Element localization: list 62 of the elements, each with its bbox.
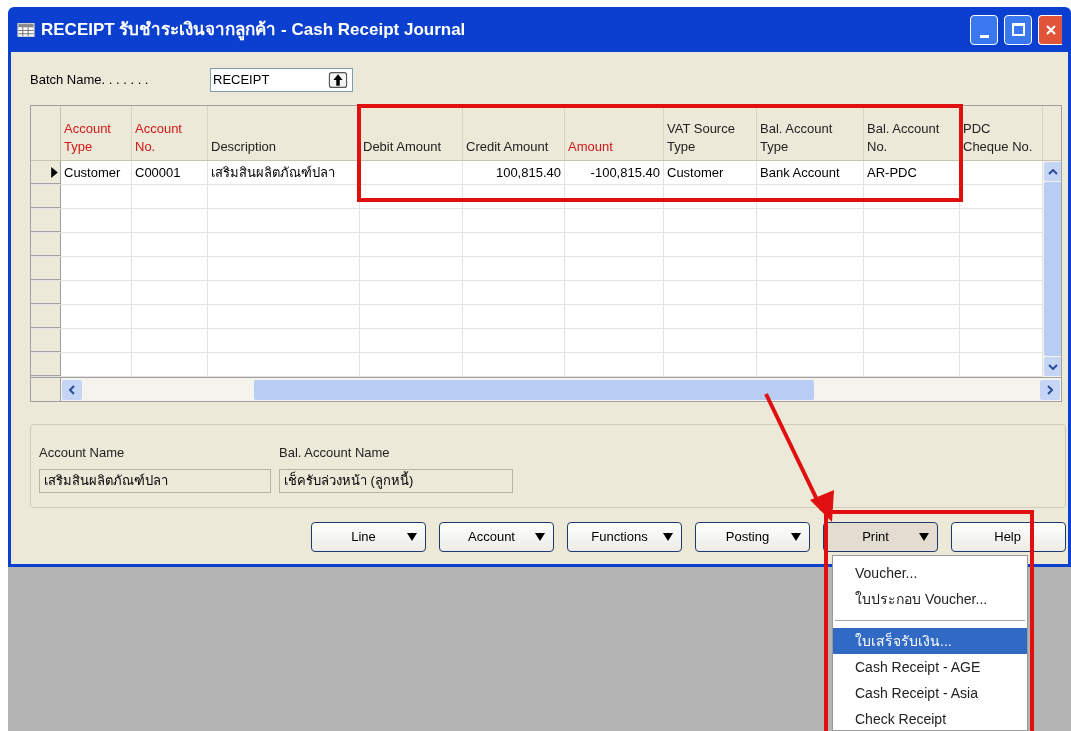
row-selector[interactable] <box>31 161 61 184</box>
left-chevron-icon <box>69 384 75 395</box>
scroll-thumb[interactable] <box>254 379 814 400</box>
column-header[interactable]: VAT Source Type <box>667 120 735 156</box>
column-header[interactable]: PDC Cheque No. <box>963 120 1033 156</box>
table-cell: Customer <box>667 165 724 180</box>
batch-name-field[interactable]: RECEIPT <box>210 68 353 92</box>
menu-item[interactable]: Voucher... <box>833 560 1027 586</box>
current-row-icon <box>51 166 58 178</box>
column-header[interactable]: Credit Amount <box>466 138 549 156</box>
vertical-scrollbar[interactable] <box>1043 161 1061 377</box>
close-button[interactable] <box>1038 14 1062 45</box>
horizontal-scrollbar[interactable] <box>61 378 1061 401</box>
menu-button[interactable]: Print <box>823 522 938 552</box>
caret-icon <box>663 533 673 541</box>
table-cell: เสริมสินผลิตภัณฑ์ปลา <box>211 165 335 180</box>
table-icon <box>17 22 35 37</box>
column-header[interactable]: Account No. <box>135 120 182 156</box>
menu-item[interactable]: ใบเสร็จรับเงิน... <box>833 628 1027 654</box>
table-cell: C00001 <box>135 165 181 180</box>
caret-icon <box>407 533 417 541</box>
scroll-down-button[interactable] <box>1044 357 1061 376</box>
batch-name-value: RECEIPT <box>213 71 270 90</box>
menu-button[interactable]: Account <box>439 522 554 552</box>
right-chevron-icon <box>1047 384 1053 395</box>
column-header[interactable]: Bal. Account No. <box>867 120 940 156</box>
maximize-button[interactable] <box>1004 14 1032 45</box>
menu-item[interactable]: Cash Receipt - Asia <box>833 680 1027 706</box>
menu-button[interactable]: Posting <box>695 522 810 552</box>
minimize-button[interactable] <box>970 14 998 45</box>
read-only-field: เช็ครับล่วงหน้า (ลูกหนี้) <box>279 468 513 493</box>
table-cell: Bank Account <box>760 165 840 180</box>
scroll-thumb[interactable] <box>1044 182 1061 356</box>
caret-icon <box>535 533 545 541</box>
batch-name-label: Batch Name. . . . . . . <box>30 71 150 90</box>
table-cell: Customer <box>64 165 121 180</box>
up-chevron-icon <box>1048 168 1058 175</box>
table-cell: AR-PDC <box>867 165 917 180</box>
down-chevron-icon <box>1048 363 1058 370</box>
field-label: Bal. Account Name <box>279 444 391 462</box>
scroll-right-button[interactable] <box>1040 379 1060 400</box>
menu-item[interactable]: ใบประกอบ Voucher... <box>833 586 1027 612</box>
caret-icon <box>919 533 929 541</box>
column-header[interactable]: Account Type <box>64 120 111 156</box>
scroll-left-button[interactable] <box>62 379 82 400</box>
column-header[interactable]: Amount <box>568 138 613 156</box>
menu-button[interactable]: Functions <box>567 522 682 552</box>
scroll-up-button[interactable] <box>1044 162 1061 181</box>
close-icon <box>1044 23 1057 36</box>
column-header[interactable]: Description <box>211 138 277 156</box>
read-only-field: เสริมสินผลิตภัณฑ์ปลา <box>39 468 271 493</box>
menu-item[interactable]: Check Receipt <box>833 706 1027 731</box>
menu-button[interactable]: Line <box>311 522 426 552</box>
column-header[interactable]: Bal. Account Type <box>760 120 833 156</box>
caret-icon <box>791 533 801 541</box>
menu-item[interactable]: Cash Receipt - AGE <box>833 654 1027 680</box>
table-cell: -100,815.40 <box>590 165 660 180</box>
table-cell: 100,815.40 <box>495 165 561 180</box>
help-button[interactable]: Help <box>951 522 1066 552</box>
field-label: Account Name <box>39 444 126 462</box>
window-title: RECEIPT รับชำระเงินจากลูกค้า - Cash Receipt Journal <box>41 18 466 43</box>
column-header[interactable]: Debit Amount <box>363 138 442 156</box>
